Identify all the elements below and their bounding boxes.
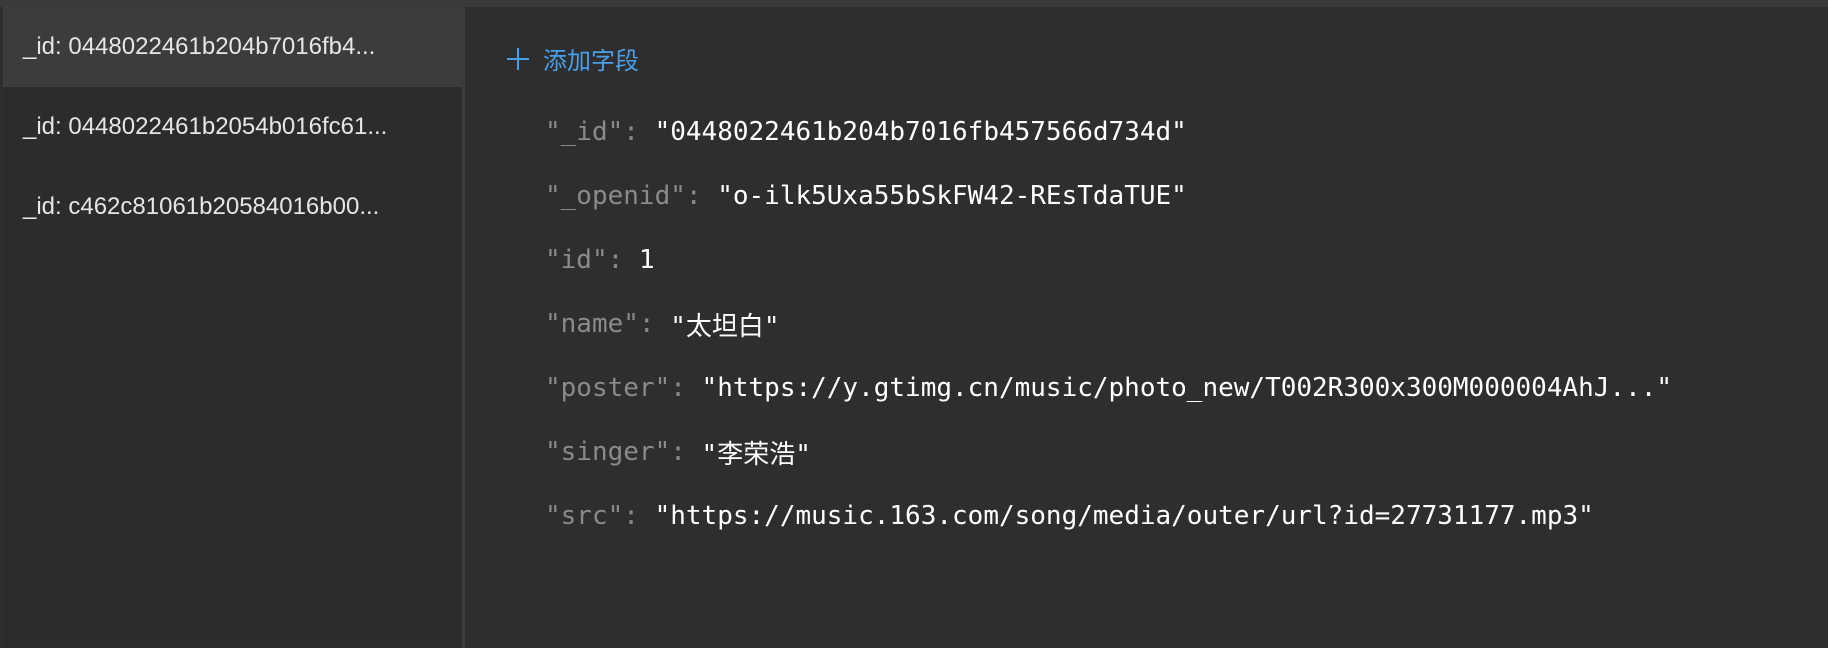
- plus-icon: [507, 47, 529, 70]
- record-list: _id: 0448022461b204b7016fb4... _id: 0448…: [3, 7, 465, 648]
- field-key: "id": [545, 245, 608, 275]
- field-separator: :: [685, 181, 718, 211]
- field-list: "_id": "0448022461b204b7016fb457566d734d…: [545, 100, 1672, 548]
- field-key: "name": [545, 309, 639, 339]
- field-key: "_openid": [545, 181, 686, 211]
- field-row-src[interactable]: "src": "https://music.163.com/song/media…: [545, 484, 1672, 548]
- record-item-3[interactable]: _id: c462c81061b20584016b00...: [3, 167, 462, 247]
- field-value[interactable]: "0448022461b204b7016fb457566d734d": [655, 117, 1187, 147]
- field-row-name[interactable]: "name": "太坦白": [545, 292, 1672, 356]
- add-field-button[interactable]: 添加字段: [507, 41, 639, 76]
- database-record-viewer: _id: 0448022461b204b7016fb4... _id: 0448…: [0, 0, 1828, 648]
- field-row-id[interactable]: "id": 1: [545, 228, 1672, 292]
- add-field-label: 添加字段: [543, 47, 639, 75]
- field-key: "src": [545, 501, 624, 531]
- field-row-_openid[interactable]: "_openid": "o-ilk5Uxa55bSkFW42-REsTdaTUE…: [545, 164, 1672, 228]
- field-separator: :: [623, 501, 655, 531]
- field-separator: :: [670, 437, 702, 467]
- field-key: "_id": [545, 117, 624, 147]
- field-row-poster[interactable]: "poster": "https://y.gtimg.cn/music/phot…: [545, 356, 1672, 420]
- field-key: "singer": [545, 437, 671, 467]
- field-separator: :: [670, 373, 702, 403]
- field-separator: :: [607, 245, 639, 275]
- field-value[interactable]: "https://y.gtimg.cn/music/photo_new/T002…: [702, 373, 1673, 403]
- field-key: "poster": [545, 373, 671, 403]
- field-row-singer[interactable]: "singer": "李荣浩": [545, 420, 1672, 484]
- field-separator: :: [623, 117, 655, 147]
- field-value[interactable]: "太坦白": [670, 306, 779, 343]
- field-value[interactable]: "李荣浩": [702, 434, 811, 471]
- field-value[interactable]: "https://music.163.com/song/media/outer/…: [655, 501, 1594, 531]
- field-value[interactable]: 1: [639, 245, 655, 275]
- field-separator: :: [638, 309, 671, 339]
- record-item-1[interactable]: _id: 0448022461b204b7016fb4...: [3, 7, 462, 87]
- field-value[interactable]: "o-ilk5Uxa55bSkFW42-REsTdaTUE": [717, 181, 1187, 211]
- record-detail-panel: 添加字段 "_id": "0448022461b204b7016fb457566…: [465, 7, 1828, 648]
- field-row-_id[interactable]: "_id": "0448022461b204b7016fb457566d734d…: [545, 100, 1672, 164]
- record-item-2[interactable]: _id: 0448022461b2054b016fc61...: [3, 87, 462, 167]
